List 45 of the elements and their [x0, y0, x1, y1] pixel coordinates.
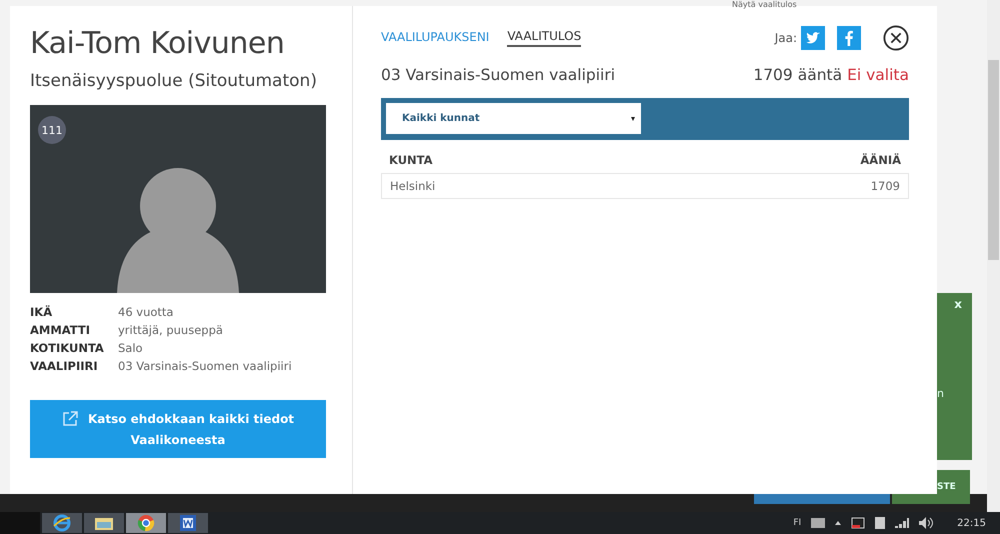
fact-value: Salo [118, 341, 144, 355]
clock[interactable]: 22:15 [957, 518, 986, 528]
column-header: KUNTA [389, 153, 433, 167]
tab[interactable]: VAALITULOS [507, 29, 582, 47]
link-text[interactable]: Näytä vaalitulos [732, 0, 797, 9]
taskbar-button[interactable] [42, 513, 82, 533]
battery-icon[interactable] [851, 517, 866, 529]
column-header: ÄÄNIÄ [860, 153, 901, 167]
word-document-icon [179, 514, 197, 532]
globe-e-icon [53, 514, 71, 532]
table-cell: 1709 [870, 179, 900, 193]
folder-icon [94, 515, 114, 531]
caret-icon [631, 116, 635, 120]
scrollbar[interactable] [987, 0, 1000, 512]
fact-label: VAALIPIIRI [30, 359, 99, 373]
chrome-icon [137, 514, 155, 532]
share-label: Jaa: [774, 31, 797, 45]
twitter-bird-icon[interactable] [801, 26, 825, 50]
taskbar-button[interactable] [84, 513, 124, 533]
fact-label: AMMATTI [30, 323, 92, 337]
fact-value: 03 Varsinais-Suomen vaalipiiri [118, 359, 293, 373]
language-indicator[interactable]: FI [793, 518, 802, 528]
panel-text: n [937, 387, 944, 400]
close-icon[interactable] [883, 25, 909, 51]
fact-label: IKÄ [30, 305, 54, 319]
speaker-icon[interactable] [919, 517, 934, 529]
scrollbar-thumb[interactable] [988, 60, 999, 260]
municipality-dropdown[interactable]: Kaikki kunnat [386, 103, 641, 134]
table-cell: Helsinki [390, 179, 436, 193]
election-status: Ei valita [847, 66, 909, 84]
up-arrow-icon[interactable] [835, 521, 842, 525]
tab[interactable]: VAALILUPAUKSENI [381, 30, 490, 46]
vote-count: 1709 ääntä [753, 66, 842, 84]
fact-label: KOTIKUNTA [30, 341, 105, 355]
district-name: 03 Varsinais-Suomen vaalipiiri [381, 66, 616, 84]
candidate-name: Kai-Tom Koivunen [30, 26, 286, 61]
facebook-icon[interactable] [837, 26, 861, 50]
signal-bars-icon[interactable] [895, 518, 910, 528]
close-button[interactable]: x [954, 297, 962, 311]
taskbar-button[interactable] [126, 513, 166, 533]
taskbar-button[interactable] [168, 513, 208, 533]
fact-value: yrittäjä, puuseppä [118, 323, 224, 337]
external-link-icon [62, 411, 78, 427]
party-name: Itsenäisyyspuolue (Sitoutumaton) [30, 71, 318, 91]
fact-value: 46 vuotta [118, 305, 174, 319]
